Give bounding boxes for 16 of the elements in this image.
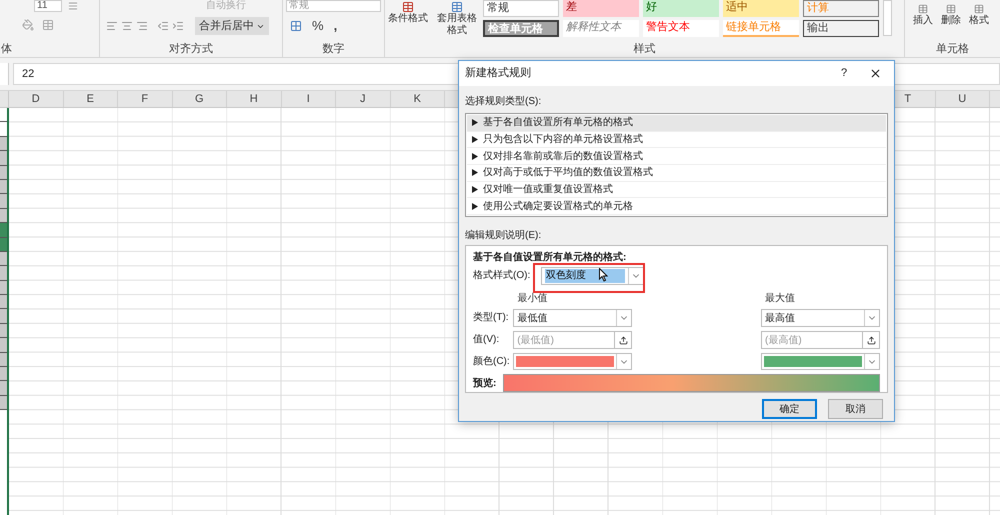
group-label: 单元格 — [936, 42, 969, 57]
column-heading: 最大值 — [764, 293, 796, 305]
group-label: 对齐方式 — [169, 42, 213, 57]
group-label: 样式 — [634, 42, 656, 57]
description-heading: 基于各自值设置所有单元格的格式: — [473, 252, 628, 264]
column-heading: 最小值 — [516, 293, 548, 305]
section-label: 选择规则类型(S): — [465, 96, 542, 108]
group-label: 体 — [0, 42, 12, 57]
field-label: 值(V): — [473, 333, 500, 347]
field-label: 预览: — [473, 376, 498, 390]
dialog-title: 新建格式规则 — [465, 66, 532, 82]
field-label: 格式样式(O): — [473, 268, 532, 283]
group-label: 数字 — [322, 42, 344, 57]
field-label: 颜色(C): — [473, 354, 511, 369]
section-label: 编辑规则说明(E): — [465, 230, 542, 242]
field-label: 类型(T): — [473, 310, 510, 325]
